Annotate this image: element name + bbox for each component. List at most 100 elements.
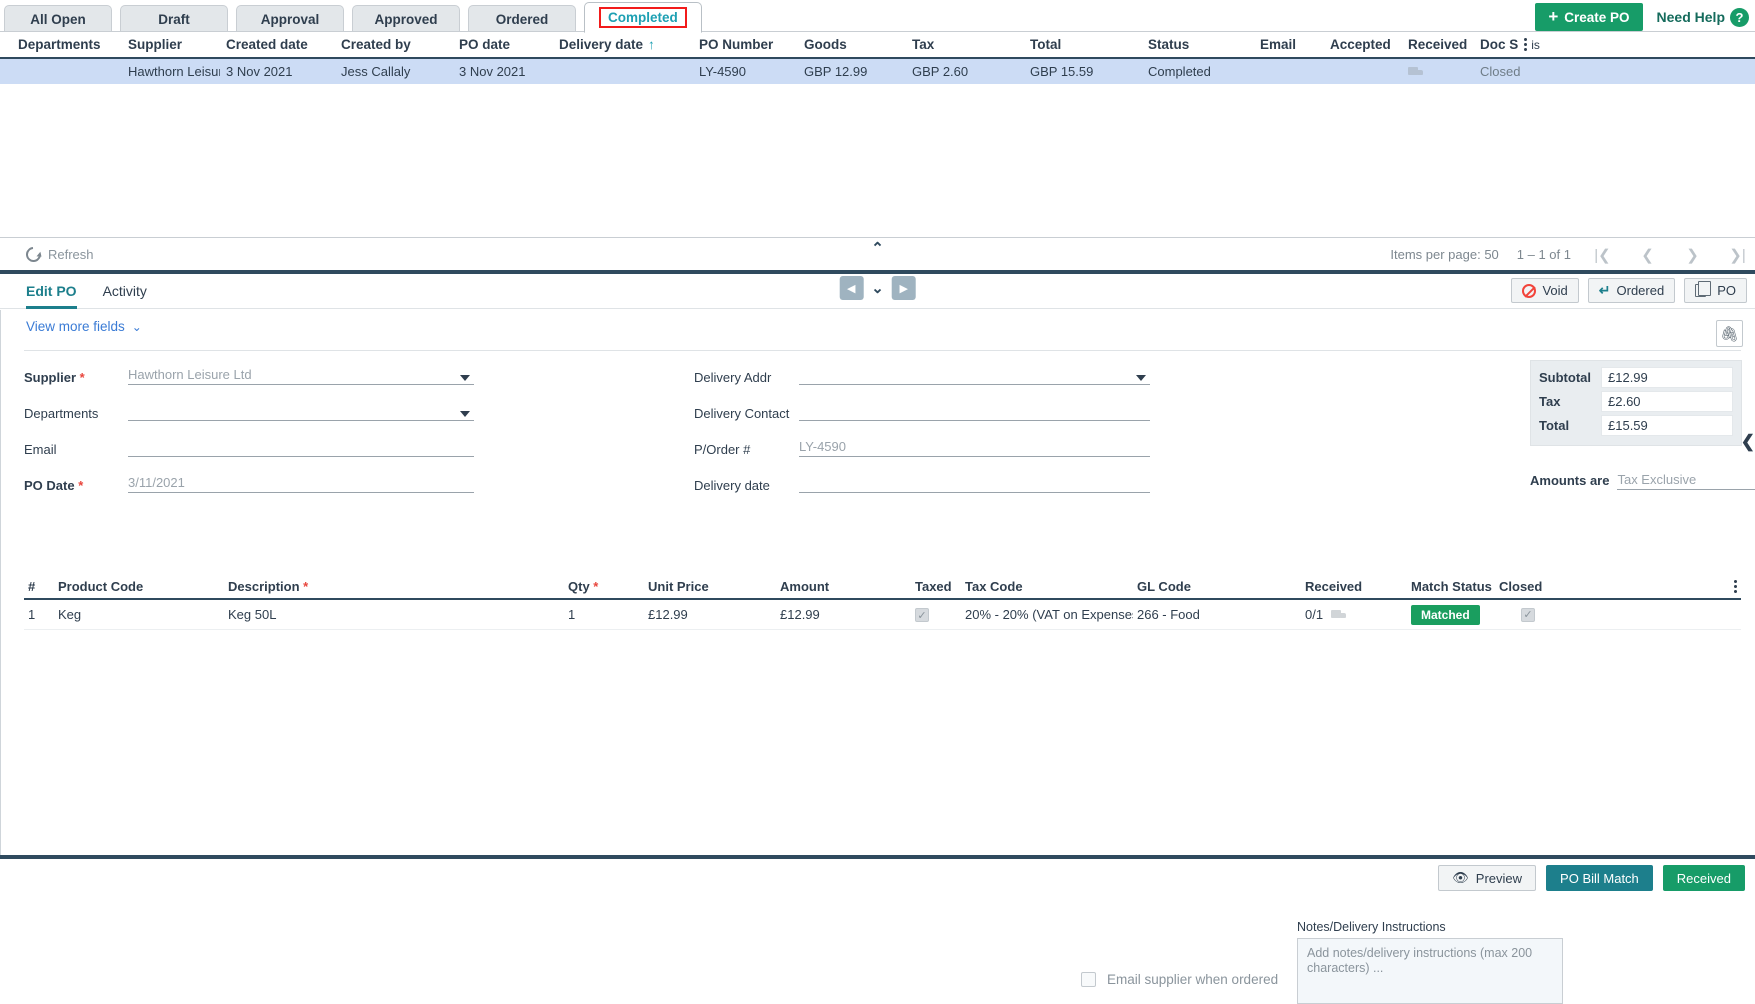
grid-col-created-by[interactable]: Created by	[335, 37, 453, 52]
cell-supplier: Hawthorn Leisure Ltd	[128, 64, 220, 79]
email-supplier-checkbox[interactable]	[1081, 972, 1096, 987]
more-options-icon[interactable]	[1524, 38, 1528, 51]
view-more-fields-toggle[interactable]: View more fields ⌄	[26, 319, 142, 334]
field-po-date: PO Date 3/11/2021	[24, 468, 474, 493]
taxed-checkbox[interactable]: ✓	[915, 608, 929, 623]
grid-col-departments[interactable]: Departments	[0, 37, 122, 52]
last-page-button[interactable]: ❯|	[1724, 241, 1751, 268]
page-range-label: 1 – 1 of 1	[1516, 247, 1571, 262]
totals-panel: Subtotal £12.99 Tax £2.60 Total £15.59	[1530, 360, 1742, 446]
first-page-button[interactable]: |❮	[1589, 241, 1616, 268]
next-record-button[interactable]: ▶	[891, 276, 916, 300]
subtotal-label: Subtotal	[1539, 370, 1591, 385]
delivery-truck-icon[interactable]	[1331, 609, 1347, 620]
porder-number-value: LY-4590	[799, 439, 846, 454]
po-bill-match-button[interactable]: PO Bill Match	[1546, 865, 1653, 891]
copy-icon	[1695, 281, 1712, 297]
tab-draft[interactable]: Draft	[120, 5, 228, 33]
grid-col-email[interactable]: Email	[1254, 37, 1324, 52]
notes-textarea[interactable]: Add notes/delivery instructions (max 200…	[1297, 938, 1563, 1004]
subtotal-value: £12.99	[1601, 367, 1733, 388]
cell-doc-status: Closed	[1480, 64, 1521, 79]
pagination: Items per page: 50 1 – 1 of 1 |❮ ❮ ❯ ❯|	[1390, 238, 1751, 271]
line-cell-unit-price[interactable]: £12.99	[644, 607, 776, 622]
create-po-button[interactable]: + Create PO	[1535, 3, 1643, 31]
received-button[interactable]: Received	[1662, 865, 1745, 891]
grid-col-tax[interactable]: Tax	[906, 37, 1024, 52]
ordered-button[interactable]: ↵ Ordered	[1587, 278, 1676, 303]
tab-completed[interactable]: Completed	[584, 2, 702, 33]
need-help-label: Need Help	[1656, 9, 1725, 25]
departments-select[interactable]	[128, 401, 474, 421]
field-porder-number-label: P/Order #	[694, 442, 751, 457]
tab-label: Ordered	[495, 12, 549, 27]
more-options-icon[interactable]	[1734, 579, 1737, 593]
line-cell-match-status: Matched	[1407, 604, 1495, 625]
prev-record-button[interactable]: ◀	[839, 276, 864, 300]
amounts-are-label: Amounts are	[1530, 472, 1610, 488]
collapse-side-panel-icon[interactable]: ❮	[1741, 432, 1755, 452]
tab-ordered[interactable]: Ordered	[468, 5, 576, 33]
porder-number-field[interactable]: LY-4590	[799, 437, 1150, 457]
supplier-select[interactable]: Hawthorn Leisure Ltd	[128, 365, 474, 385]
chevron-down-icon	[460, 375, 470, 381]
void-button[interactable]: Void	[1511, 278, 1579, 303]
totals-row-subtotal: Subtotal £12.99	[1539, 367, 1733, 388]
grid-col-created-date[interactable]: Created date	[220, 37, 335, 52]
grid-col-received[interactable]: Received	[1402, 37, 1474, 52]
po-date-field[interactable]: 3/11/2021	[128, 473, 474, 493]
cell-total: GBP 15.59	[1030, 64, 1094, 79]
form-divider	[24, 350, 1741, 351]
grid-col-po-date[interactable]: PO date	[453, 37, 553, 52]
line-col-received: Received	[1305, 578, 1363, 594]
line-cell-amount: £12.99	[780, 607, 820, 622]
grid-col-supplier[interactable]: Supplier	[122, 37, 220, 52]
grid-col-po-number[interactable]: PO Number	[693, 37, 798, 52]
line-cell-product-code[interactable]: Keg	[54, 607, 224, 622]
preview-button[interactable]: 👁 Preview	[1438, 865, 1537, 891]
prev-page-button[interactable]: ❮	[1634, 241, 1661, 268]
grid-col-doc-status[interactable]: Doc S is	[1474, 37, 1546, 52]
delivery-contact-field[interactable]	[799, 401, 1150, 421]
closed-checkbox[interactable]: ✓	[1521, 607, 1535, 622]
tab-approval[interactable]: Approval	[236, 5, 344, 33]
email-field[interactable]	[128, 437, 474, 457]
record-nav: ◀ ⌄ ▶	[839, 276, 916, 300]
tab-approved[interactable]: Approved	[352, 5, 460, 33]
detail-footer: 👁 Preview PO Bill Match Received	[0, 855, 1755, 897]
amounts-are-select[interactable]: Tax Exclusive	[1617, 470, 1755, 490]
line-item-row[interactable]: 1 Keg Keg 50L 1 £12.99 £12.99 ✓ 20% - 20…	[24, 600, 1741, 630]
collapse-grid-icon[interactable]: ⌃	[871, 241, 884, 256]
grid-col-accepted[interactable]: Accepted	[1324, 37, 1402, 52]
attachment-button[interactable]: 🖇	[1716, 320, 1743, 347]
grid-col-goods[interactable]: Goods	[798, 37, 906, 52]
delivery-date-field[interactable]	[799, 473, 1150, 493]
line-cell-qty[interactable]: 1	[564, 607, 644, 622]
chevron-down-icon	[1136, 375, 1146, 381]
po-copy-button[interactable]: PO	[1684, 278, 1747, 303]
need-help-link[interactable]: Need Help ?	[1656, 7, 1749, 27]
table-row[interactable]: Hawthorn Leisure Ltd 3 Nov 2021 Jess Cal…	[0, 59, 1755, 84]
grid-col-delivery-date[interactable]: Delivery date ↑	[553, 37, 693, 52]
po-label: PO	[1717, 283, 1736, 298]
tab-all-open[interactable]: All Open	[4, 5, 112, 33]
line-cell-tax-code[interactable]: 20% - 20% (VAT on Expenses)	[961, 607, 1133, 622]
expand-detail-icon[interactable]: ⌄	[871, 279, 884, 297]
chevron-down-icon: ⌄	[131, 319, 142, 334]
void-icon	[1522, 283, 1537, 298]
refresh-icon	[22, 243, 45, 265]
email-supplier-checkbox-row[interactable]: Email supplier when ordered	[1081, 972, 1278, 987]
line-cell-gl-code[interactable]: 266 - Food	[1133, 607, 1301, 622]
next-page-button[interactable]: ❯	[1679, 241, 1706, 268]
help-icon[interactable]: ?	[1730, 7, 1749, 27]
line-cell-description[interactable]: Keg 50L	[224, 607, 564, 622]
tab-activity[interactable]: Activity	[103, 274, 147, 309]
delivery-addr-select[interactable]	[799, 365, 1150, 385]
refresh-button[interactable]: Refresh	[22, 243, 94, 265]
grid-col-status[interactable]: Status	[1142, 37, 1254, 52]
grid-col-doc-status-label: Doc S	[1480, 37, 1519, 52]
supplier-value: Hawthorn Leisure Ltd	[128, 367, 252, 382]
tab-edit-po[interactable]: Edit PO	[26, 274, 77, 309]
field-porder-number: P/Order # LY-4590	[694, 432, 1150, 457]
grid-col-total[interactable]: Total	[1024, 37, 1142, 52]
